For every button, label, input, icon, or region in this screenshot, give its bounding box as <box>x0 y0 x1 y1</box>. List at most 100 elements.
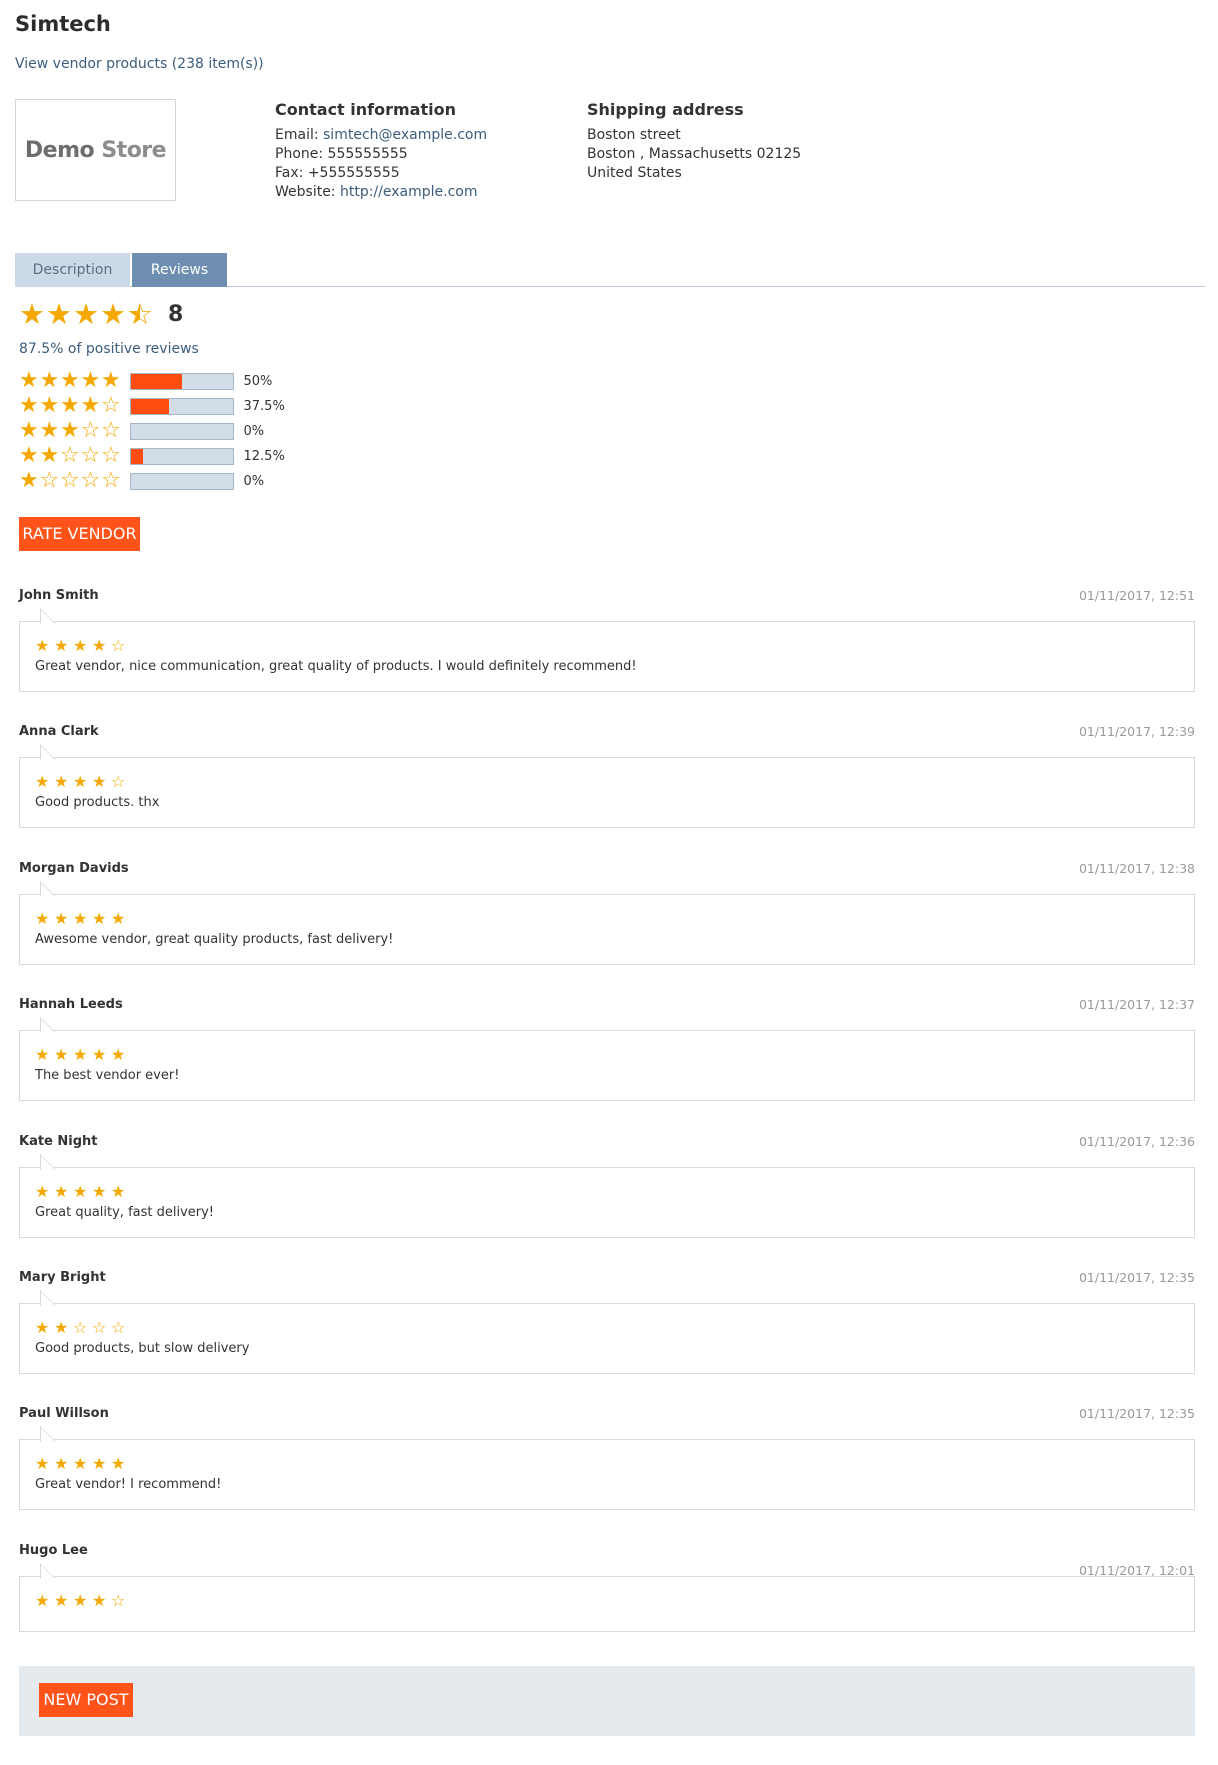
star-full-icon: ★ <box>100 297 126 331</box>
distribution-stars: ★ ☆ ☆ ☆ ☆ <box>19 470 122 492</box>
distribution-bar-fill <box>130 373 182 389</box>
review-body: ★ ★ ★ ★ ★ The best vendor ever! <box>19 1030 1195 1102</box>
star-full-icon: ★ <box>46 297 72 331</box>
review-text: Great vendor, nice communication, great … <box>35 659 637 674</box>
review-text: Great vendor! I recommend! <box>35 1477 222 1493</box>
website-link[interactable]: http://example.com <box>340 184 478 200</box>
star-full-icon: ★ <box>92 1181 107 1201</box>
star-empty-icon: ☆ <box>101 443 121 468</box>
new-post-button[interactable]: NEW POST <box>39 1683 133 1717</box>
star-empty-icon: ☆ <box>60 468 80 493</box>
review-body: ★ ★ ★ ★ ☆ <box>19 1575 1195 1632</box>
shipping-address: Shipping address Boston street Boston , … <box>587 100 801 183</box>
star-full-icon: ★ <box>73 636 88 655</box>
review-text: Good products. thx <box>35 795 160 811</box>
rating-distribution-row: ★ ★ ★ ★ ★ 50% <box>19 369 272 393</box>
star-empty-icon: ☆ <box>111 772 126 792</box>
review-author: Kate Night <box>19 1133 98 1149</box>
review-date: 01/11/2017, 12:35 <box>1078 1406 1195 1422</box>
email-link[interactable]: simtech@example.com <box>323 127 487 143</box>
distribution-percent: 0% <box>243 473 265 489</box>
distribution-stars: ★ ★ ☆ ☆ ☆ <box>19 445 122 467</box>
tab-description[interactable]: Description <box>15 253 130 287</box>
shipping-line: Boston , Massachusetts 02125 <box>587 146 802 162</box>
review-author: John Smith <box>19 588 99 603</box>
star-full-icon: ★ <box>35 1590 50 1610</box>
contact-website-row: Website: http://example.com <box>275 183 487 202</box>
star-empty-icon: ☆ <box>111 1590 126 1610</box>
review-stars: ★ ★ ★ ★ ☆ <box>35 1590 130 1610</box>
vendor-name: Simtech <box>15 12 111 36</box>
star-full-icon: ★ <box>60 393 80 418</box>
star-full-icon: ★ <box>19 393 39 418</box>
review-body: ★ ★ ★ ★ ★ Great vendor! I recommend! <box>19 1439 1195 1511</box>
review-author: Morgan Davids <box>19 860 129 876</box>
distribution-stars: ★ ★ ★ ★ ☆ <box>19 395 122 417</box>
review-text: The best vendor ever! <box>35 1068 180 1084</box>
star-full-icon: ★ <box>54 1181 69 1201</box>
rate-vendor-button[interactable]: RATE VENDOR <box>19 517 140 551</box>
distribution-bar-fill <box>130 398 169 414</box>
star-empty-icon: ☆ <box>101 418 121 443</box>
star-full-icon: ★ <box>92 1590 107 1610</box>
logo-text: Demo Store <box>24 137 167 163</box>
star-full-icon: ★ <box>92 1045 107 1065</box>
review-author: Mary Bright <box>19 1270 106 1285</box>
star-full-icon: ★ <box>19 297 45 331</box>
star-empty-icon: ☆ <box>111 636 126 655</box>
star-empty-icon: ☆ <box>80 418 101 443</box>
review-header: Anna Clark 01/11/2017, 12:39 <box>19 724 1195 739</box>
star-empty-icon: ☆ <box>101 393 121 418</box>
view-vendor-products-link[interactable]: View vendor products (238 item(s)) <box>15 56 264 72</box>
review-author: Paul Willson <box>19 1406 109 1422</box>
review-text: Awesome vendor, great quality products, … <box>35 931 394 947</box>
star-full-icon: ★ <box>39 368 60 393</box>
star-full-icon: ★ <box>54 772 69 792</box>
star-full-icon: ★ <box>92 772 107 792</box>
tab-reviews[interactable]: Reviews <box>132 253 227 287</box>
contact-phone-row: Phone: 555555555 <box>275 145 487 164</box>
star-empty-icon: ☆ <box>80 468 101 493</box>
review-date: 01/11/2017, 12:51 <box>1078 588 1195 603</box>
review-header: Mary Bright 01/11/2017, 12:35 <box>19 1270 1195 1285</box>
star-full-icon: ★ <box>54 636 69 655</box>
distribution-bar-fill <box>130 448 144 464</box>
star-empty-icon: ☆ <box>92 1318 107 1337</box>
star-full-icon: ★ <box>35 1318 50 1337</box>
star-full-icon: ★ <box>54 908 69 928</box>
review-stars: ★ ★ ☆ ☆ ☆ <box>35 1320 130 1336</box>
star-full-icon: ★ <box>73 1454 88 1474</box>
logo-word-store: Store <box>101 137 167 163</box>
star-full-icon: ★ <box>60 368 80 393</box>
distribution-bar <box>129 422 234 440</box>
star-full-icon: ★ <box>111 1454 126 1474</box>
star-full-icon: ★ <box>73 1045 88 1065</box>
logo-word-demo: Demo <box>24 137 95 163</box>
rating-distribution-row: ★ ☆ ☆ ☆ ☆ 0% <box>19 469 264 493</box>
star-full-icon: ★ <box>35 1181 50 1201</box>
shipping-line: Boston street <box>587 127 681 143</box>
star-full-icon: ★ <box>73 908 88 928</box>
star-full-icon: ★ <box>92 908 107 928</box>
star-full-icon: ★ <box>92 636 107 655</box>
website-label: Website: <box>275 184 336 200</box>
review-body: ★ ★ ☆ ☆ ☆ Good products, but slow delivery <box>19 1303 1195 1374</box>
review-stars: ★ ★ ★ ★ ★ <box>35 908 130 928</box>
star-full-icon: ★ <box>73 1590 88 1610</box>
star-full-icon: ★ <box>54 1318 69 1337</box>
phone-label: Phone: <box>275 146 324 162</box>
star-full-icon: ★ <box>54 1590 69 1610</box>
star-empty-icon: ☆ <box>80 443 101 468</box>
review-body: ★ ★ ★ ★ ☆ Great vendor, nice communication, g… <box>19 621 1195 692</box>
review-date: 01/11/2017, 12:39 <box>1078 724 1195 740</box>
star-full-icon: ★ <box>60 418 80 443</box>
star-full-icon: ★ <box>19 443 39 468</box>
star-full-icon: ★ <box>39 418 60 443</box>
review-header: Morgan Davids 01/11/2017, 12:38 <box>19 861 1195 876</box>
star-full-icon: ★ <box>35 636 50 655</box>
star-full-icon: ★ <box>101 368 121 393</box>
review-author: Hannah Leeds <box>19 997 123 1013</box>
distribution-percent: 37.5% <box>243 398 285 414</box>
star-full-icon: ★ <box>35 1045 50 1065</box>
distribution-stars: ★ ★ ★ ★ ★ <box>19 370 122 392</box>
